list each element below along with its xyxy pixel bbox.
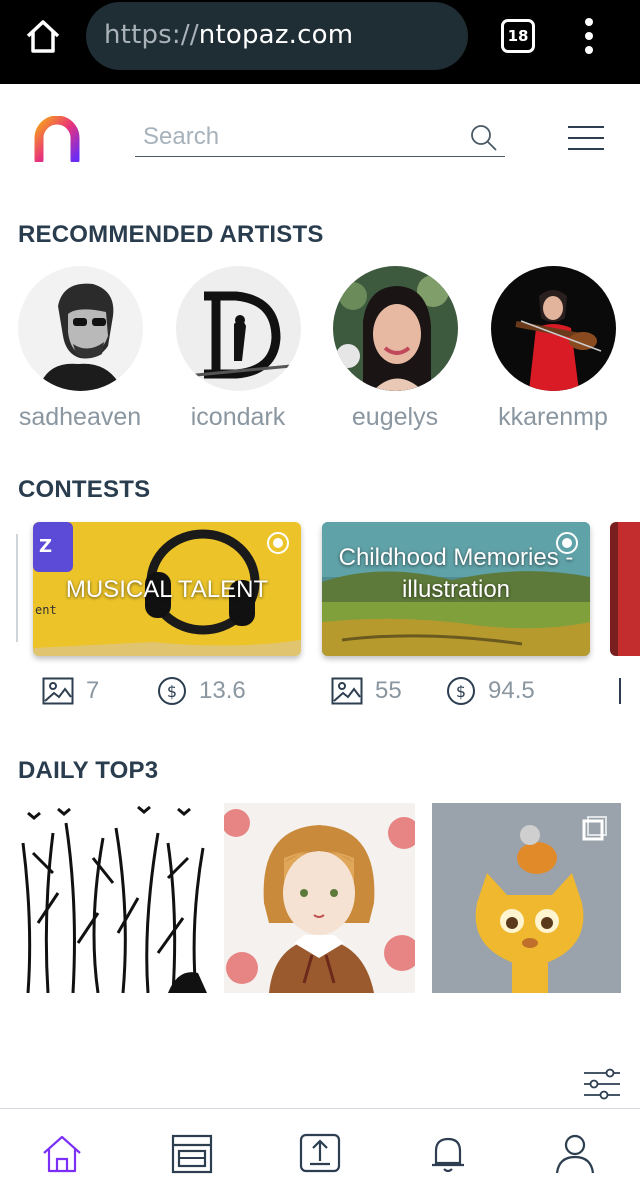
avatar xyxy=(490,266,616,391)
feed-icon[interactable] xyxy=(170,1131,214,1175)
contest-prize: $ 13.6 xyxy=(157,676,246,706)
artist-name: kkarenmp xyxy=(498,403,608,431)
ntopaz-logo[interactable] xyxy=(33,116,81,162)
contest-card-partial[interactable] xyxy=(610,522,640,656)
coin-icon: $ xyxy=(447,677,475,705)
bottom-navigation xyxy=(0,1108,640,1194)
contest-card-childhood-memories[interactable]: Childhood Memories - illustration xyxy=(322,522,590,656)
url-scheme: https:// xyxy=(104,20,199,50)
top3-thumb-3[interactable] xyxy=(432,803,621,993)
browser-home-icon[interactable] xyxy=(24,18,62,54)
artist-card-kkarenmp[interactable]: kkarenmp xyxy=(475,266,631,432)
artist-name: eugelys xyxy=(351,403,439,431)
recommended-artists-title: RECOMMENDED ARTISTS xyxy=(18,221,324,248)
browser-toolbar: https://ntopaz.com 18 xyxy=(0,0,640,84)
radio-icon[interactable] xyxy=(267,532,289,554)
radio-icon[interactable] xyxy=(556,532,578,554)
artist-name: sadheaven xyxy=(18,403,142,431)
daily-top3-title: DAILY TOP3 xyxy=(18,757,159,784)
address-bar[interactable]: https://ntopaz.com xyxy=(86,2,468,70)
prize-amount: 94.5 xyxy=(488,677,535,704)
prize-amount: 13.6 xyxy=(199,677,246,704)
coin-icon: $ xyxy=(158,677,186,705)
search-bar xyxy=(135,120,505,157)
avatar xyxy=(17,266,143,391)
contests-title: CONTESTS xyxy=(18,476,151,503)
tab-switcher-button[interactable]: 18 xyxy=(501,19,535,53)
svg-text:Z: Z xyxy=(39,536,52,557)
avatar xyxy=(332,266,458,391)
search-icon[interactable] xyxy=(469,123,499,153)
top3-thumb-1[interactable] xyxy=(18,803,207,993)
artist-card-icondark[interactable]: icondark xyxy=(160,266,316,432)
contest-title: Childhood Memories - illustration xyxy=(338,544,574,603)
artist-card-sadheaven[interactable]: sadheaven xyxy=(2,266,158,432)
contest-title: MUSICAL TALENT xyxy=(65,576,269,603)
url-text: https://ntopaz.com xyxy=(104,20,353,50)
top3-thumb-2[interactable] xyxy=(224,803,415,993)
contest-card-musical-talent[interactable]: Z ent MUSICAL TALENT xyxy=(33,522,301,656)
contest-prize: $ 94.5 xyxy=(446,676,535,706)
artist-name: icondark xyxy=(190,403,286,431)
contest-images-count: 55 xyxy=(331,676,402,706)
profile-icon[interactable] xyxy=(553,1131,597,1175)
scroll-edge xyxy=(16,534,18,642)
bell-icon[interactable] xyxy=(426,1131,470,1175)
url-host: ntopaz.com xyxy=(198,20,354,50)
svg-text:$: $ xyxy=(167,682,177,701)
contest-images-count: 7 xyxy=(42,676,99,706)
svg-text:$: $ xyxy=(456,682,466,701)
images-count: 55 xyxy=(375,677,402,704)
filter-sliders-icon[interactable] xyxy=(582,1068,622,1100)
artist-card-eugelys[interactable]: eugelys xyxy=(317,266,473,432)
search-input[interactable] xyxy=(135,120,455,154)
partial-stat-icon xyxy=(619,678,621,704)
home-icon[interactable] xyxy=(40,1131,84,1175)
image-icon xyxy=(331,677,363,705)
upload-icon[interactable] xyxy=(298,1131,342,1175)
images-count: 7 xyxy=(86,677,100,704)
browser-menu-icon[interactable] xyxy=(578,18,602,54)
avatar xyxy=(175,266,301,391)
image-icon xyxy=(42,677,74,705)
hamburger-menu-icon[interactable] xyxy=(568,124,606,152)
